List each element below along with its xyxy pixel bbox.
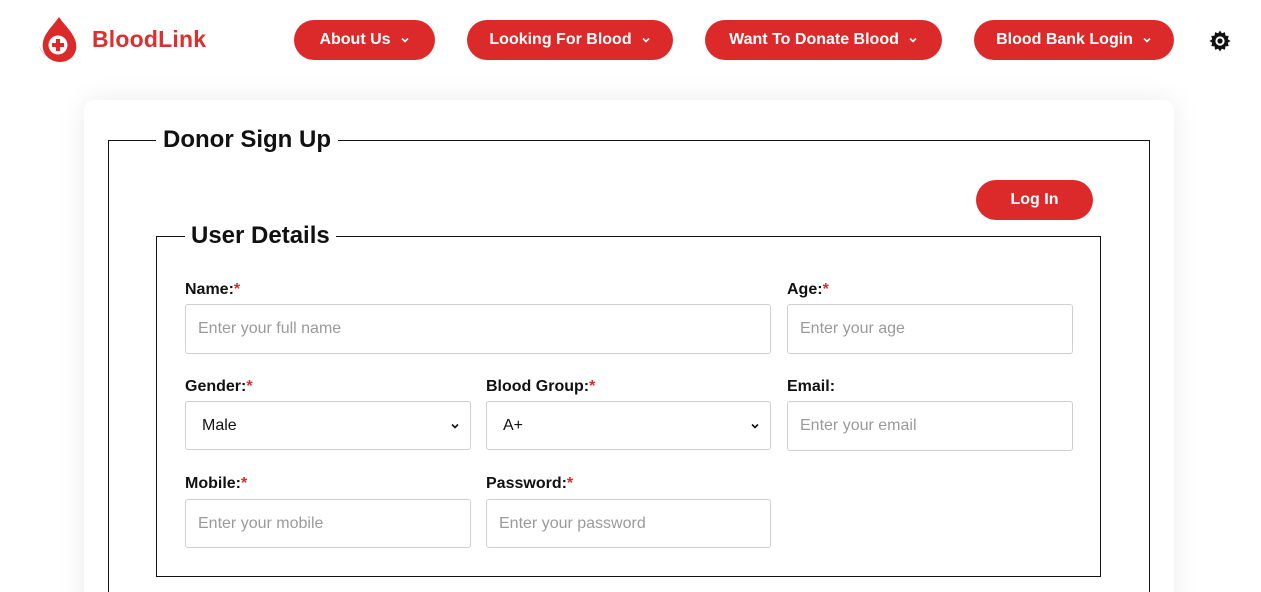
name-input[interactable]: Enter your full name xyxy=(185,304,771,354)
nav-want-to-donate[interactable]: Want To Donate Blood xyxy=(705,20,942,60)
blood-group-value: A+ xyxy=(503,416,524,434)
gender-select[interactable]: Male xyxy=(185,401,471,450)
nav-blood-bank-login-label: Blood Bank Login xyxy=(996,31,1133,48)
name-placeholder: Enter your full name xyxy=(198,320,342,337)
required-marker: * xyxy=(233,281,241,298)
required-marker: * xyxy=(246,378,253,395)
login-button[interactable]: Log In xyxy=(976,180,1093,220)
password-placeholder: Enter your password xyxy=(499,514,646,532)
nav-looking-for-blood-label: Looking For Blood xyxy=(489,31,632,48)
blood-group-label: Blood Group:* xyxy=(486,378,596,395)
email-label: Email: xyxy=(787,378,836,395)
chevron-down-icon xyxy=(400,37,409,43)
name-label: Name:* xyxy=(185,281,241,298)
blood-drop-plus-icon xyxy=(39,17,77,62)
page-title: Donor Sign Up xyxy=(156,126,338,154)
email-placeholder: Enter your email xyxy=(800,417,917,434)
mobile-label: Mobile:* xyxy=(185,475,248,492)
chevron-down-icon xyxy=(642,37,650,43)
brand-logo[interactable]: BloodLink xyxy=(37,16,206,63)
gender-value: Male xyxy=(202,416,237,434)
mobile-input[interactable]: Enter your mobile xyxy=(185,499,471,548)
section-title: User Details xyxy=(185,222,336,250)
email-input[interactable]: Enter your email xyxy=(787,401,1073,451)
required-marker: * xyxy=(822,281,829,298)
gender-label: Gender:* xyxy=(185,378,253,395)
gear-icon[interactable] xyxy=(1208,29,1232,53)
nav-about-us[interactable]: About Us xyxy=(294,20,435,60)
age-placeholder: Enter your age xyxy=(800,320,905,337)
chevron-down-icon xyxy=(751,423,759,429)
nav-want-to-donate-label: Want To Donate Blood xyxy=(729,31,899,48)
top-header: BloodLink About Us Looking For Blood Wan… xyxy=(0,0,1261,84)
required-marker: * xyxy=(589,378,596,395)
password-label: Password:* xyxy=(486,475,574,492)
nav-about-us-label: About Us xyxy=(319,31,391,48)
age-label: Age:* xyxy=(787,281,829,298)
required-marker: * xyxy=(566,475,574,492)
brand-name: BloodLink xyxy=(92,26,207,52)
chevron-down-icon xyxy=(909,37,917,43)
chevron-down-icon xyxy=(1143,37,1151,43)
blood-group-select[interactable]: A+ xyxy=(486,401,771,450)
mobile-placeholder: Enter your mobile xyxy=(198,514,324,532)
nav-blood-bank-login[interactable]: Blood Bank Login xyxy=(974,20,1174,60)
chevron-down-icon xyxy=(451,423,459,429)
nav-looking-for-blood[interactable]: Looking For Blood xyxy=(467,20,673,60)
password-input[interactable]: Enter your password xyxy=(486,499,771,548)
required-marker: * xyxy=(241,475,248,492)
age-input[interactable]: Enter your age xyxy=(787,304,1073,354)
